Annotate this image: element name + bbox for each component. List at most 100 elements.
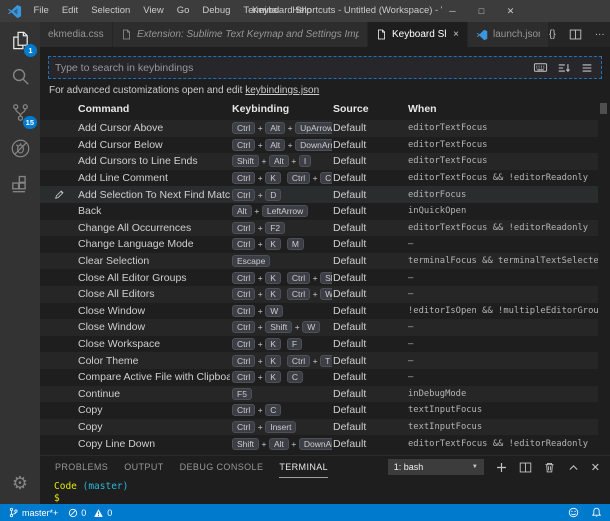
keybinding-row[interactable]: Close All EditorsCtrl+KCtrl+WDefault— [40, 286, 598, 303]
tab-launch-json[interactable]: launch.json [468, 22, 549, 47]
debug-icon [9, 137, 32, 160]
keybinding-row[interactable]: Change All OccurrencesCtrl+F2Defaultedit… [40, 220, 598, 237]
problems-status[interactable]: 0 0 [68, 508, 112, 518]
key-chip: Ctrl [232, 321, 255, 333]
menu-file[interactable]: File [27, 0, 55, 22]
keybinding-row[interactable]: Color ThemeCtrl+KCtrl+TDefault— [40, 352, 598, 369]
command-cell: Continue [78, 386, 230, 403]
more-actions-icon[interactable]: ··· [595, 29, 605, 40]
keybinding-cell: Ctrl+Alt+UpArrow [232, 120, 332, 137]
close-panel-icon[interactable]: ✕ [591, 461, 600, 474]
keybinding-row[interactable]: Change Language ModeCtrl+KMDefault— [40, 236, 598, 253]
activity-bar: 1 15 ⚙ [0, 22, 40, 504]
keybinding-row[interactable]: BackAlt+LeftArrowDefaultinQuickOpen [40, 203, 598, 220]
command-cell: Clear Selection [78, 253, 230, 270]
panel-tab-problems[interactable]: PROBLEMS [55, 456, 108, 478]
panel-tab-terminal[interactable]: TERMINAL [279, 456, 328, 478]
close-window-button[interactable]: ✕ [496, 0, 525, 22]
activity-item-source-control[interactable]: 15 [0, 94, 40, 130]
status-bar: master*+ 0 0 [0, 504, 610, 521]
record-keys-icon[interactable] [533, 60, 548, 75]
column-header-when[interactable]: When [408, 103, 437, 115]
source-cell: Default [333, 253, 406, 270]
git-branch-status[interactable]: master*+ [8, 507, 58, 518]
menu-view[interactable]: View [137, 0, 170, 22]
maximize-panel-chevron-icon[interactable] [567, 461, 580, 474]
key-chord: Ctrl+W [287, 288, 332, 300]
keybinding-row[interactable]: ContinueF5DefaultinDebugMode [40, 386, 598, 403]
menu-debug[interactable]: Debug [196, 0, 237, 22]
badge-source-control: 15 [23, 116, 37, 129]
source-cell: Default [333, 236, 406, 253]
terminal-select[interactable]: 1: bash ▼ [388, 459, 484, 475]
keybinding-cell: Ctrl+KM [232, 236, 332, 253]
tab-ekmedia-css[interactable]: ekmedia.css [40, 22, 113, 47]
keybinding-row[interactable]: Add Cursor BelowCtrl+Alt+DownArrowDefaul… [40, 137, 598, 154]
keybinding-row[interactable]: Close WindowCtrl+Shift+WDefault— [40, 319, 598, 336]
keybinding-row[interactable]: Compare Active File with ClipboardCtrl+K… [40, 369, 598, 386]
activity-item-debug[interactable] [0, 130, 40, 166]
keybinding-row[interactable]: Close WindowCtrl+WDefault!editorIsOpen &… [40, 303, 598, 320]
key-chord: Ctrl+T [287, 355, 332, 367]
menu-go[interactable]: Go [170, 0, 196, 22]
keybindings-search-input[interactable] [49, 62, 533, 74]
plus-separator: + [258, 405, 263, 415]
panel-toolbar: 1: bash ▼ ✕ [388, 459, 610, 475]
keybinding-row[interactable]: Add Cursor AboveCtrl+Alt+UpArrowDefaulte… [40, 120, 598, 137]
open-keybindings-json-icon[interactable]: {} [549, 29, 556, 40]
keybinding-row[interactable]: Add Selection To Next Find MatchCtrl+DDe… [40, 186, 598, 203]
split-editor-icon[interactable] [569, 28, 582, 41]
activity-item-extensions[interactable] [0, 166, 40, 202]
tab-extension-sublime-text-keymap-and-settings-importer[interactable]: Extension: Sublime Text Keymap and Setti… [113, 22, 368, 47]
key-chord: Alt+LeftArrow [232, 205, 308, 217]
sort-precedence-icon[interactable] [557, 61, 571, 75]
column-header-keybinding[interactable]: Keybinding [232, 103, 289, 115]
keybinding-row[interactable]: CopyCtrl+CDefaulttextInputFocus [40, 402, 598, 419]
feedback-smiley-icon[interactable] [568, 507, 579, 518]
new-terminal-icon[interactable] [495, 461, 508, 474]
plus-separator: + [258, 239, 263, 249]
edit-keybinding-pencil-icon[interactable] [54, 186, 76, 203]
filter-list-icon[interactable] [580, 61, 594, 75]
keybinding-row[interactable]: Close WorkspaceCtrl+KFDefault— [40, 336, 598, 353]
column-header-command[interactable]: Command [78, 103, 129, 115]
plus-separator: + [313, 273, 318, 283]
notifications-bell-icon[interactable] [591, 507, 602, 518]
keybinding-row[interactable]: CopyCtrl+InsertDefaulttextInputFocus [40, 419, 598, 436]
close-tab-icon[interactable]: × [453, 29, 459, 40]
keybinding-row[interactable]: Add Line CommentCtrl+KCtrl+CDefaultedito… [40, 170, 598, 187]
keybinding-row[interactable]: Close All Editor GroupsCtrl+KCtrl+Shift+… [40, 269, 598, 286]
settings-gear-icon[interactable]: ⚙ [0, 473, 40, 494]
menu-edit[interactable]: Edit [55, 0, 84, 22]
git-branch-icon [8, 507, 19, 518]
key-chord: Shift+Alt+I [232, 155, 311, 167]
panel-tab-output[interactable]: OUTPUT [124, 456, 163, 478]
key-chip: K [265, 172, 281, 184]
key-chord: F [287, 338, 302, 350]
panel-tab-debug-console[interactable]: DEBUG CONSOLE [180, 456, 264, 478]
activity-item-search[interactable] [0, 58, 40, 94]
plus-separator: + [258, 356, 263, 366]
keybinding-cell: Ctrl+KCtrl+T [232, 352, 332, 369]
kill-terminal-trash-icon[interactable] [543, 461, 556, 474]
when-cell: — [408, 369, 598, 386]
activity-item-explorer[interactable]: 1 [0, 22, 40, 58]
key-chip: Ctrl [232, 355, 255, 367]
column-header-source[interactable]: Source [333, 103, 369, 115]
maximize-button[interactable]: □ [467, 0, 496, 22]
tab-keyboard-shortcuts[interactable]: Keyboard Shortcuts× [368, 22, 468, 47]
minimize-button[interactable]: ─ [438, 0, 467, 22]
scrollbar-thumb[interactable] [600, 103, 607, 114]
keybindings-json-link[interactable]: keybindings.json [245, 85, 319, 96]
launch-json-icon [476, 29, 488, 41]
keybinding-row[interactable]: Add Cursors to Line EndsShift+Alt+IDefau… [40, 153, 598, 170]
keybinding-cell: Ctrl+Alt+DownArrow [232, 137, 332, 154]
vscode-window: FileEditSelectionViewGoDebugTerminalHelp… [0, 0, 610, 521]
menu-selection[interactable]: Selection [85, 0, 137, 22]
plus-separator: + [288, 123, 293, 133]
split-terminal-icon[interactable] [519, 461, 532, 474]
terminal-output[interactable]: Code (master)$ [40, 478, 610, 505]
source-cell: Default [333, 203, 406, 220]
keybinding-row[interactable]: Clear SelectionEscapeDefaultterminalFocu… [40, 253, 598, 270]
keybinding-row[interactable]: Copy Line DownShift+Alt+DownArrowDefault… [40, 435, 598, 452]
